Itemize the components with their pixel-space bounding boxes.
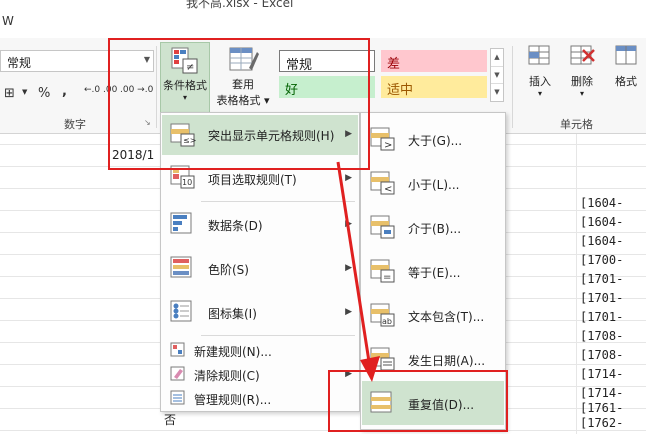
submenu-item-greater-than[interactable]: > 大于(G)...: [362, 119, 504, 159]
code-cell[interactable]: [1708-: [580, 329, 646, 343]
chevron-down-icon[interactable]: ▼: [22, 88, 27, 96]
cells-group-label: 单元格: [560, 118, 593, 131]
comma-button[interactable]: ,: [62, 84, 67, 99]
code-cell[interactable]: [1604-: [580, 215, 646, 229]
menu-item-icon-sets[interactable]: 图标集(I) ▶: [162, 293, 358, 333]
submenu-item-label: 小于(L)...: [408, 178, 460, 192]
code-cell[interactable]: [1762-: [580, 416, 646, 430]
delete-label: 删除: [571, 75, 593, 88]
greater-than-icon: >: [370, 127, 395, 151]
menu-item-new-rule[interactable]: 新建规则(N)...: [162, 339, 358, 361]
submenu-item-label: 介于(B)...: [408, 222, 462, 236]
format-cells-icon: [615, 45, 637, 65]
clear-rules-icon: [170, 366, 185, 381]
code-cell[interactable]: [1761-: [580, 401, 646, 415]
group-divider: [512, 46, 513, 128]
column-gridline: [576, 134, 577, 434]
more-styles-icon[interactable]: ▼: [491, 83, 503, 100]
chevron-down-icon: ▾: [579, 89, 584, 98]
manage-rules-icon: [170, 390, 185, 405]
scroll-down-icon[interactable]: ▼: [491, 66, 503, 83]
code-cell[interactable]: [1701-: [580, 272, 646, 286]
menu-item-label: 清除规则(C): [194, 369, 260, 383]
menu-item-label: 项目选取规则(T): [208, 173, 297, 187]
text-cell[interactable]: 否: [164, 411, 176, 428]
chevron-down-icon: ▾: [537, 89, 542, 98]
menu-item-color-scales[interactable]: 色阶(S) ▶: [162, 249, 358, 289]
submenu-item-label: 等于(E)...: [408, 266, 461, 280]
menu-item-label: 数据条(D): [208, 219, 263, 233]
svg-text:>: >: [384, 140, 392, 151]
number-format-value: 常规: [7, 56, 32, 70]
window-title: 我不高.xlsx - Excel: [186, 0, 294, 10]
menu-item-label: 图标集(I): [208, 307, 257, 321]
menu-item-label: 管理规则(R)...: [194, 393, 272, 407]
insert-button[interactable]: 插入 ▾: [520, 42, 560, 102]
app-tab-partial: W: [2, 14, 14, 28]
insert-label: 插入: [529, 75, 551, 88]
code-cell[interactable]: [1604-: [580, 234, 646, 248]
code-cell[interactable]: [1604-: [580, 196, 646, 210]
annotation-arrow-icon: [336, 161, 380, 382]
style-neutral[interactable]: 适中: [381, 76, 487, 98]
styles-scrollbar[interactable]: ▲ ▼ ▼: [490, 48, 504, 102]
row-gridline: [0, 430, 646, 431]
icon-sets-icon: [170, 300, 192, 322]
format-button[interactable]: 格式: [606, 42, 646, 102]
color-scales-icon: [170, 256, 192, 278]
currency-icon[interactable]: ⊞: [4, 86, 15, 101]
submenu-item-label: 发生日期(A)...: [408, 354, 486, 368]
format-label: 格式: [615, 75, 637, 88]
delete-button[interactable]: 删除 ▾: [562, 42, 602, 102]
percent-button[interactable]: %: [38, 86, 50, 101]
menu-item-data-bars[interactable]: 数据条(D) ▶: [162, 205, 358, 245]
svg-text:10: 10: [182, 178, 192, 187]
title-bar: 我不高.xlsx - Excel: [0, 0, 646, 10]
code-cell[interactable]: [1700-: [580, 253, 646, 267]
delete-cells-icon: [570, 45, 595, 65]
code-cell[interactable]: [1708-: [580, 348, 646, 362]
code-cell[interactable]: [1714-: [580, 367, 646, 381]
new-rule-icon: [170, 342, 185, 357]
scroll-up-icon[interactable]: ▲: [491, 49, 503, 66]
code-cell[interactable]: [1701-: [580, 310, 646, 324]
submenu-item-label: 文本包含(T)...: [408, 310, 485, 324]
code-cell[interactable]: [1701-: [580, 291, 646, 305]
highlight-box-ribbon: [108, 38, 370, 170]
style-bad[interactable]: 差: [381, 50, 487, 72]
number-group-label: 数字: [64, 118, 86, 131]
code-cell[interactable]: [1714-: [580, 386, 646, 400]
menu-item-label: 色阶(S): [208, 263, 249, 277]
menu-item-label: 新建规则(N)...: [194, 345, 272, 359]
insert-cells-icon: [528, 45, 550, 65]
submenu-item-label: 大于(G)...: [408, 134, 463, 148]
data-bars-icon: [170, 212, 192, 234]
